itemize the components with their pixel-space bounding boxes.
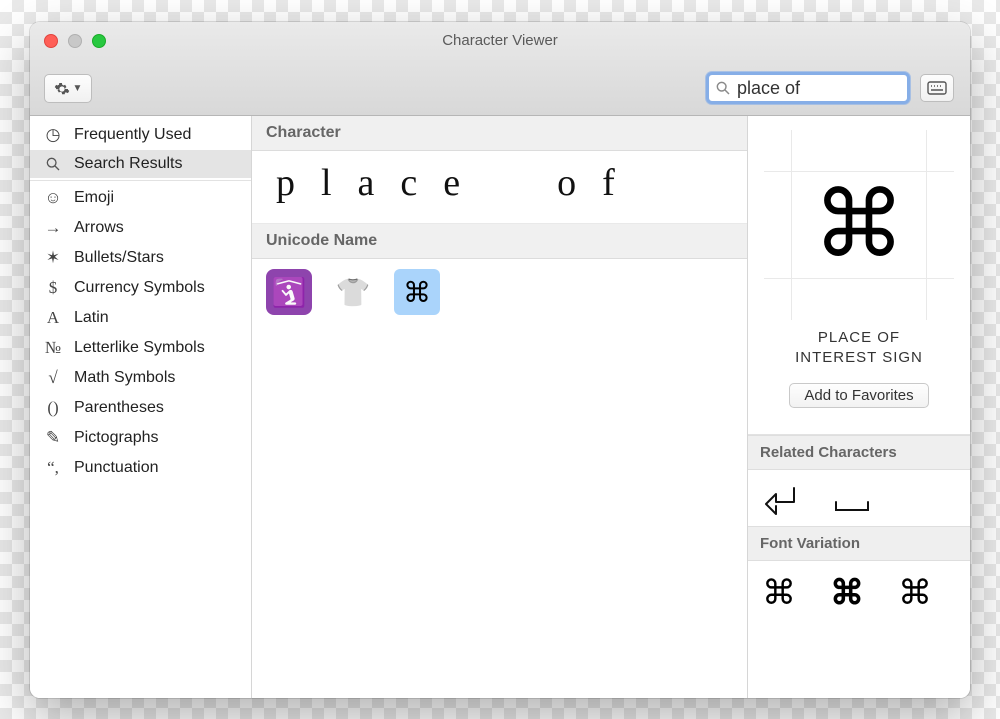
unicode-name-section-header: Unicode Name [252,224,747,259]
related-characters-header: Related Characters [748,435,970,470]
sidebar-item-emoji[interactable]: ☺ Emoji [30,183,251,213]
sidebar-item-label: Punctuation [74,459,159,477]
sidebar-item-label: Math Symbols [74,369,175,387]
window-title: Character Viewer [30,32,970,49]
category-sidebar: ◷ Frequently Used Search Results ☺ Emoji… [30,116,252,698]
settings-menu-button[interactable]: ▼ [44,74,92,103]
character-preview: ⌘ PLACE OF INTEREST SIGN Add to Favorite… [748,116,970,435]
sidebar-item-currency[interactable]: $ Currency Symbols [30,273,251,303]
radical-icon: √ [42,368,64,388]
sidebar-item-label: Letterlike Symbols [74,339,205,357]
compact-view-button[interactable] [920,74,954,102]
sidebar-item-arrows[interactable]: → Arrows [30,213,251,243]
add-to-favorites-button[interactable]: Add to Favorites [789,383,928,408]
preview-box: ⌘ [774,140,944,310]
character-section-header: Character [252,116,747,151]
character-breakdown: place of [252,151,747,224]
clock-icon: ◷ [42,125,64,145]
titlebar: Character Viewer ▼ [30,22,970,116]
sidebar-item-label: Emoji [74,189,114,207]
sidebar-item-frequently-used[interactable]: ◷ Frequently Used [30,120,251,150]
numero-icon: № [42,338,64,358]
sidebar-item-label: Arrows [74,219,124,237]
result-character[interactable]: 👕 [330,269,376,315]
font-variation-glyph[interactable]: ⌘ [898,573,932,613]
sidebar-item-label: Frequently Used [74,126,191,144]
preview-glyph: ⌘ [813,179,905,271]
star-icon: ✶ [42,248,64,268]
sidebar-item-label: Latin [74,309,109,327]
latin-icon: A [42,308,64,328]
content-area: ◷ Frequently Used Search Results ☺ Emoji… [30,116,970,698]
main-panel: Character place of Unicode Name 🛐 👕 ⌘ [252,116,970,698]
sidebar-item-search-results[interactable]: Search Results [30,150,251,178]
related-characters-row [748,470,970,526]
related-character[interactable] [762,482,802,518]
sidebar-item-punctuation[interactable]: “, Punctuation [30,453,251,483]
sidebar-item-label: Parentheses [74,399,164,417]
search-field-wrapper [706,72,910,104]
sidebar-item-label: Currency Symbols [74,279,205,297]
font-variation-glyph[interactable]: ⌘ [762,573,796,613]
comma-icon: “, [42,458,64,478]
pictograph-icon: ✎ [42,428,64,448]
sidebar-item-bullets-stars[interactable]: ✶ Bullets/Stars [30,243,251,273]
search-icon [715,80,731,96]
related-character[interactable] [830,482,874,518]
arrow-icon: → [42,218,64,238]
sidebar-item-pictographs[interactable]: ✎ Pictographs [30,423,251,453]
sidebar-item-math[interactable]: √ Math Symbols [30,363,251,393]
sidebar-item-label: Bullets/Stars [74,249,164,267]
sidebar-item-label: Search Results [74,155,183,173]
keyboard-icon [927,81,947,95]
search-result-grid: 🛐 👕 ⌘ [252,259,747,325]
character-viewer-window: Character Viewer ▼ ◷ Frequ [30,22,970,698]
gear-icon [54,81,70,97]
font-variation-glyph[interactable]: ⌘ [830,573,864,613]
font-variation-row: ⌘ ⌘ ⌘ [748,561,970,621]
search-icon [42,156,64,172]
emoji-icon: ☺ [42,188,64,208]
sidebar-item-letterlike[interactable]: № Letterlike Symbols [30,333,251,363]
detail-panel: ⌘ PLACE OF INTEREST SIGN Add to Favorite… [748,116,970,698]
result-character-selected[interactable]: ⌘ [394,269,440,315]
result-character[interactable]: 🛐 [266,269,312,315]
character-name: PLACE OF INTEREST SIGN [795,328,923,369]
font-variation-header: Font Variation [748,526,970,561]
sidebar-item-parentheses[interactable]: () Parentheses [30,393,251,423]
sidebar-item-label: Pictographs [74,429,159,447]
chevron-down-icon: ▼ [73,83,83,94]
parentheses-icon: () [42,398,64,418]
results-panel: Character place of Unicode Name 🛐 👕 ⌘ [252,116,748,698]
sidebar-item-latin[interactable]: A Latin [30,303,251,333]
dollar-icon: $ [42,278,64,298]
